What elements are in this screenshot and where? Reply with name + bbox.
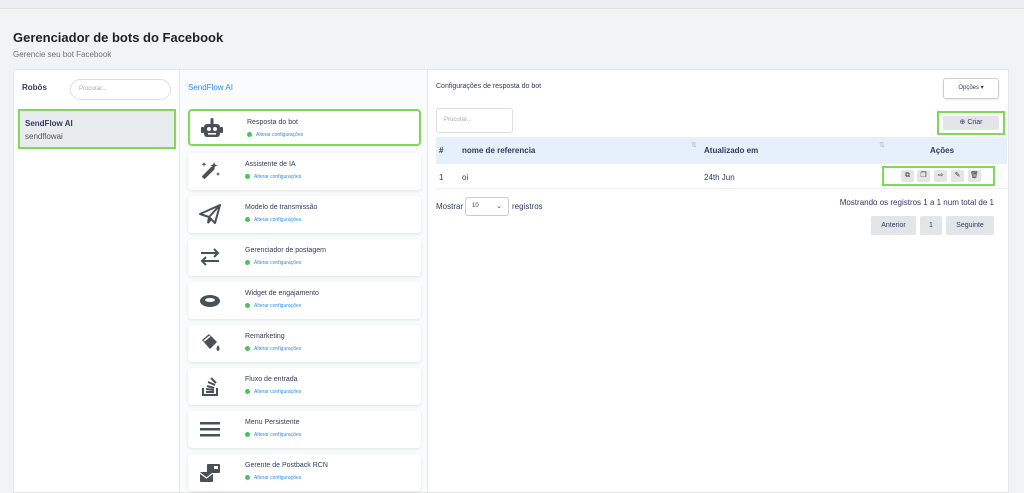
config-title: Configurações de resposta do bot [436,83,542,90]
table-search-input[interactable]: Procurar... [436,108,513,133]
row-actions: ⧉ ❐ ⇨ ✎ 🗑 [882,166,995,186]
bot-handle: sendflowai [25,132,63,141]
status-dot [245,475,250,481]
menu-item-ai-assistant[interactable]: Assistente de IA Alterar configurações [188,153,421,190]
menu-item-remarketing[interactable]: Remarketing Alterar configurações [188,325,421,362]
status-dot [245,260,250,266]
menu-item-title: Resposta do bot [247,119,298,126]
menu-item-settings-link[interactable]: Alterar configurações [245,346,301,352]
menu-item-title: Assistente de IA [245,161,296,168]
edit-icon[interactable]: ✎ [951,170,964,182]
top-bar [0,0,1024,9]
status-dot [245,389,250,395]
show-label: Mostrar [436,202,464,211]
export-icon[interactable]: ⇨ [934,170,947,182]
menu-item-engagement-widget[interactable]: Widget de engajamento Alterar configuraç… [188,282,421,319]
menu-item-input-flow[interactable]: Fluxo de entrada Alterar configurações [188,368,421,405]
column-header-reference-name[interactable]: nome de referencia [462,146,535,155]
menu-item-settings-link[interactable]: Alterar configurações [245,432,301,438]
menu-item-persistent-menu[interactable]: Menu Persistente Alterar configurações [188,411,421,448]
page-title: Gerenciador de bots do Facebook [13,30,224,45]
column-header-updated[interactable]: Atualizado em [704,146,758,155]
menu-item-title: Widget de engajamento [245,290,319,297]
config-column: Configurações de resposta do bot Opções … [428,70,1008,492]
menu-item-title: Menu Persistente [245,419,300,426]
column-header-actions: Ações [930,146,955,155]
menu-bars-icon [198,418,222,440]
ring-icon [198,289,222,311]
bot-name: SendFlow AI [25,119,73,128]
menu-item-broadcast-template[interactable]: Modelo de transmissão Alterar configuraç… [188,196,421,233]
menu-item-settings-link[interactable]: Alterar configurações [247,132,303,138]
robots-search-input[interactable]: Procurar... [70,79,171,100]
menu-item-settings-link[interactable]: Alterar configurações [245,475,301,481]
pagination-previous[interactable]: Anterior [871,216,916,235]
bot-item-sendflow-ai[interactable]: SendFlow AI sendflowai [18,109,176,149]
row-updated-date: 24th Jun [704,173,735,182]
options-dropdown-button[interactable]: Opções ▾ [943,78,999,99]
menu-item-title: Modelo de transmissão [245,204,318,211]
status-dot [245,346,250,352]
duplicate-icon[interactable]: ⧉ [901,170,914,182]
menu-item-settings-link[interactable]: Alterar configurações [245,303,301,309]
copy-icon[interactable]: ❐ [917,170,930,182]
create-button[interactable]: ⊕ Criar [943,116,999,130]
paint-bucket-icon [198,332,222,354]
status-dot [245,174,250,180]
status-dot [245,303,250,309]
page-subtitle: Gerencie seu bot Facebook [13,50,112,59]
status-dot [245,217,250,223]
magic-wand-icon [198,160,222,182]
row-reference-name: oi [462,173,469,182]
menu-item-settings-link[interactable]: Alterar configurações [245,260,301,266]
create-button-highlight: ⊕ Criar [937,111,1005,135]
robots-column: Robôs Procurar... SendFlow AI sendflowai [14,70,180,492]
bot-menu-column: SendFlow AI Resposta do bot Alterar conf… [180,70,428,492]
status-dot [247,132,252,138]
main-card: Robôs Procurar... SendFlow AI sendflowai… [13,69,1009,493]
chevron-down-icon: ⌄ [496,203,502,210]
table-header: # nome de referencia ⇅ Atualizado em ⇅ A… [436,137,1007,164]
menu-item-title: Gerenciador de postagem [245,247,326,254]
selected-bot-link[interactable]: SendFlow AI [188,83,233,92]
mail-bulk-icon [198,461,222,483]
status-dot [245,432,250,438]
exchange-arrows-icon [198,246,222,268]
page-size-select[interactable]: 10 ⌄ [465,197,509,216]
robot-icon [200,118,224,140]
menu-item-settings-link[interactable]: Alterar configurações [245,217,301,223]
caret-down-icon: ▾ [980,85,984,91]
records-info: Mostrando os registros 1 a 1 num total d… [839,198,994,207]
pagination-next[interactable]: Seguinte [946,216,994,235]
menu-item-settings-link[interactable]: Alterar configurações [245,174,301,180]
menu-item-settings-link[interactable]: Alterar configurações [245,389,301,395]
menu-item-title: Gerente de Postback RCN [245,462,328,469]
column-header-number: # [439,146,444,155]
plus-circle-icon: ⊕ [959,119,966,126]
menu-item-title: Remarketing [245,333,285,340]
menu-item-post-manager[interactable]: Gerenciador de postagem Alterar configur… [188,239,421,276]
delete-icon[interactable]: 🗑 [968,170,981,182]
menu-item-rcn-postback[interactable]: Gerente de Postback RCN Alterar configur… [188,454,421,491]
paper-plane-icon [198,203,222,225]
records-label: registros [512,202,543,211]
sort-icon[interactable]: ⇅ [691,141,697,149]
robots-label: Robôs [22,83,47,92]
menu-item-title: Fluxo de entrada [245,376,298,383]
menu-item-bot-reply[interactable]: Resposta do bot Alterar configurações [188,109,421,146]
sort-icon[interactable]: ⇅ [879,141,885,149]
pagination-page-1[interactable]: 1 [920,216,942,235]
row-number: 1 [439,173,444,182]
stack-overflow-icon [198,375,222,397]
